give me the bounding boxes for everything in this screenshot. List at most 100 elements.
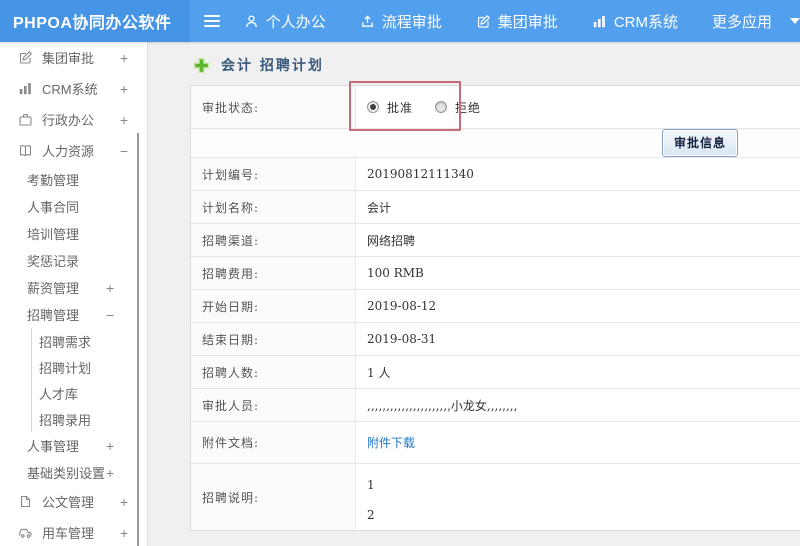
top-navigation-bar: PHPOA协同办公软件 个人办公 流程审批 集团审批 CRM系统 更多应用	[0, 0, 800, 42]
recruitment-submenu: 招聘需求 招聘计划 人才库 招聘录用	[31, 328, 147, 432]
expand-icon[interactable]: +	[106, 465, 114, 481]
sidebar-item-label: 行政办公	[42, 113, 95, 128]
collapse-icon[interactable]: −	[120, 143, 128, 159]
sidebar-item-reward-punish-records[interactable]: 奖惩记录	[0, 247, 147, 274]
sidebar-item-talent-pool[interactable]: 人才库	[32, 380, 147, 406]
nav-item-workflow-approval[interactable]: 流程审批	[360, 11, 442, 32]
table-row-description: 招聘说明: 1 2	[191, 464, 800, 530]
car-icon	[18, 525, 33, 540]
table-row-start-date: 开始日期: 2019-08-12	[191, 290, 800, 323]
field-label: 计划名称:	[191, 191, 356, 223]
nav-item-crm-system[interactable]: CRM系统	[592, 11, 678, 32]
sidebar-item-label: 人事管理	[27, 439, 80, 454]
sidebar-item-label: 基础类别设置	[27, 466, 106, 481]
sidebar-item-training-mgmt[interactable]: 培训管理	[0, 220, 147, 247]
sidebar-item-label: CRM系统	[42, 82, 98, 97]
sidebar-item-label: 招聘录用	[39, 412, 92, 428]
sidebar-item-attendance-mgmt[interactable]: 考勤管理	[0, 166, 147, 193]
main-content: 会计 招聘计划 审批状态: 批准 拒绝 审批信息 计划编号: 201908121…	[149, 42, 800, 546]
nav-item-group-approval[interactable]: 集团审批	[476, 11, 558, 32]
hamburger-menu-icon[interactable]	[203, 15, 220, 27]
field-value: 20190812111340	[367, 167, 474, 181]
table-row-end-date: 结束日期: 2019-08-31	[191, 323, 800, 356]
sidebar-scrollbar[interactable]	[137, 133, 139, 546]
expand-icon[interactable]: +	[120, 525, 128, 541]
field-value: 1 2	[367, 478, 375, 522]
caret-down-icon[interactable]	[790, 18, 800, 24]
nav-item-personal-office[interactable]: 个人办公	[244, 11, 326, 32]
sidebar-item-recruitment-hiring[interactable]: 招聘录用	[32, 406, 147, 432]
expand-icon[interactable]: +	[120, 112, 128, 128]
sidebar-item-salary-mgmt[interactable]: 薪资管理 +	[0, 274, 147, 301]
field-label: 招聘人数:	[191, 356, 356, 388]
approval-action-row: 审批信息	[191, 129, 800, 158]
sidebar-item-hr-contract[interactable]: 人事合同	[0, 193, 147, 220]
expand-icon[interactable]: +	[120, 50, 128, 66]
sidebar-item-group-approval[interactable]: 集团审批 +	[0, 42, 147, 73]
table-row-plan-name: 计划名称: 会计	[191, 191, 800, 224]
sidebar-item-label: 考勤管理	[27, 173, 80, 188]
approval-status-options: 批准 拒绝	[356, 86, 800, 128]
table-row-approvers: 审批人员: ,,,,,,,,,,,,,,,,,,,,,,小龙女,,,,,,,,	[191, 389, 800, 422]
nav-item-label: 更多应用	[711, 13, 772, 31]
nav-item-label: 个人办公	[265, 13, 326, 31]
field-label: 附件文档:	[191, 422, 356, 463]
field-label: 审批状态:	[191, 86, 356, 128]
approval-status-row: 审批状态: 批准 拒绝	[191, 86, 800, 129]
field-label: 招聘费用:	[191, 257, 356, 289]
field-label: 招聘说明:	[191, 464, 356, 530]
expand-icon[interactable]: +	[120, 81, 128, 97]
table-row-attachment: 附件文档: 附件下载	[191, 422, 800, 464]
nav-item-label: CRM系统	[613, 13, 678, 31]
sidebar-item-label: 奖惩记录	[27, 254, 80, 269]
book-icon	[18, 143, 33, 158]
field-value: 100 RMB	[367, 266, 424, 280]
field-label: 结束日期:	[191, 323, 356, 355]
expand-icon[interactable]: +	[106, 280, 114, 296]
sidebar-item-basic-category-settings[interactable]: 基础类别设置 +	[0, 459, 147, 486]
attachment-download-link[interactable]: 附件下载	[367, 434, 415, 451]
field-value: 网络招聘	[367, 233, 416, 248]
sidebar-item-recruitment-mgmt[interactable]: 招聘管理 −	[0, 301, 147, 328]
approval-info-button[interactable]: 审批信息	[661, 129, 738, 157]
sidebar-item-crm-system[interactable]: CRM系统 +	[0, 73, 147, 104]
sidebar-item-label: 公文管理	[42, 495, 95, 510]
radio-reject[interactable]	[435, 101, 448, 113]
field-label: 计划编号:	[191, 158, 356, 190]
app-logo: PHPOA协同办公软件	[0, 0, 190, 42]
bar-chart-icon	[592, 14, 607, 29]
sidebar-item-vehicle-mgmt[interactable]: 用车管理 +	[0, 517, 147, 546]
page-title: 会计 招聘计划	[221, 58, 324, 74]
edit-square-icon	[18, 50, 33, 65]
sidebar-item-recruitment-plan[interactable]: 招聘计划	[32, 354, 147, 380]
expand-icon[interactable]: +	[106, 438, 114, 454]
recruitment-plan-detail-table: 审批状态: 批准 拒绝 审批信息 计划编号: 20190812111340 计划…	[190, 85, 800, 531]
sidebar-item-personnel-mgmt[interactable]: 人事管理 +	[0, 432, 147, 459]
sidebar-item-label: 招聘管理	[27, 308, 80, 323]
sidebar-item-recruitment-needs[interactable]: 招聘需求	[32, 328, 147, 354]
workflow-icon	[360, 14, 375, 29]
sidebar-item-label: 薪资管理	[27, 281, 80, 296]
sidebar-item-label: 人才库	[39, 386, 79, 402]
nav-item-more-apps[interactable]: 更多应用	[712, 11, 772, 32]
sidebar-item-label: 培训管理	[27, 227, 80, 242]
field-label: 审批人员:	[191, 389, 356, 421]
radio-reject-label[interactable]: 拒绝	[455, 99, 481, 116]
bar-chart-icon	[18, 81, 33, 96]
sidebar-item-label: 招聘计划	[39, 360, 92, 376]
expand-icon[interactable]: +	[120, 494, 128, 510]
field-label: 开始日期:	[191, 290, 356, 322]
collapse-icon[interactable]: −	[106, 307, 114, 323]
app-window: PHPOA协同办公软件 个人办公 流程审批 集团审批 CRM系统 更多应用 集团…	[0, 0, 800, 546]
sidebar-item-admin-office[interactable]: 行政办公 +	[0, 104, 147, 135]
field-value: 会计	[367, 200, 392, 215]
radio-approve[interactable]	[367, 101, 379, 113]
document-icon	[18, 494, 33, 509]
radio-approve-label[interactable]: 批准	[387, 99, 413, 116]
sidebar-item-label: 用车管理	[42, 526, 95, 541]
field-value: 2019-08-31	[367, 332, 437, 346]
sidebar-item-label: 人事合同	[27, 200, 80, 215]
sidebar-item-document-mgmt[interactable]: 公文管理 +	[0, 486, 147, 517]
sidebar-item-label: 人力资源	[42, 144, 95, 159]
sidebar-item-human-resources[interactable]: 人力资源 −	[0, 135, 147, 166]
